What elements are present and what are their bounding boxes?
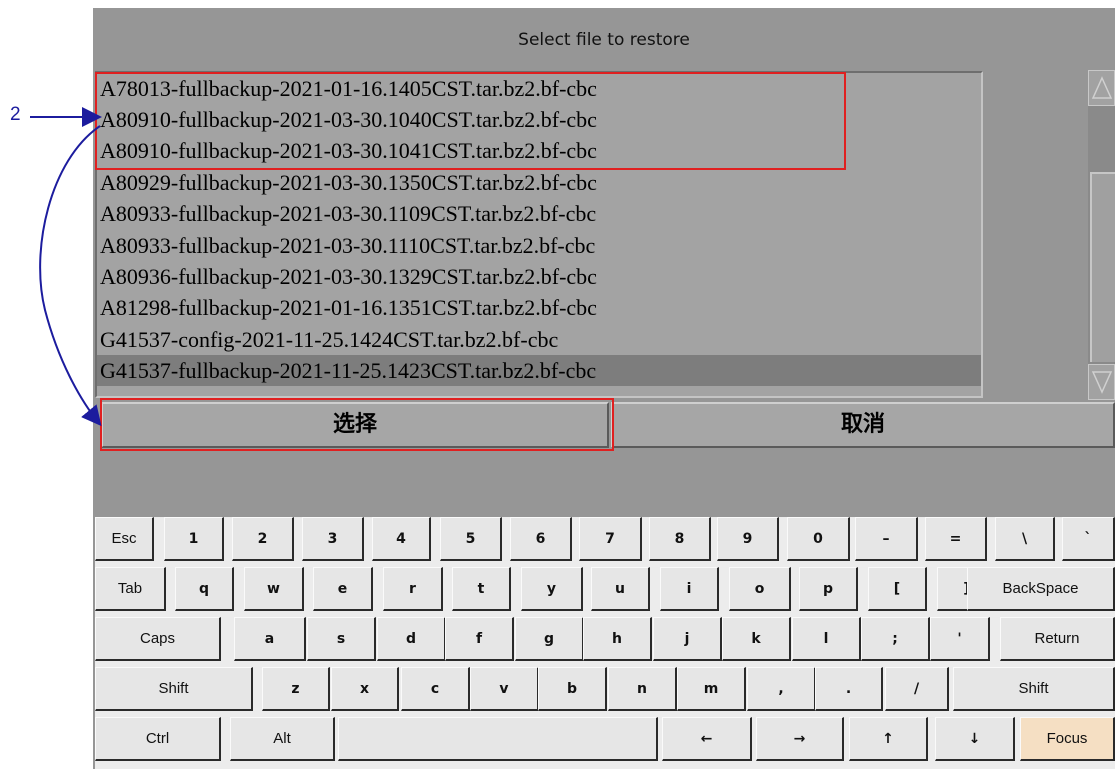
curved-arrow [39,125,102,427]
scrollbar-thumb[interactable] [1090,172,1115,362]
key-r2-c1[interactable]: a [234,617,306,661]
key-r0-c2[interactable]: 2 [232,517,294,561]
key-r0-c11[interactable]: – [855,517,918,561]
key-up-arrow[interactable]: ↑ [849,717,928,761]
key-r0-c3[interactable]: 3 [302,517,364,561]
key-space[interactable] [338,717,658,761]
key-r3-c5[interactable]: b [538,667,607,711]
key-r1-c2[interactable]: w [244,567,304,611]
key-r1-c1[interactable]: q [175,567,234,611]
key-r0-c12[interactable]: = [925,517,987,561]
file-row[interactable]: A81298-fullbackup-2021-01-16.1351CST.tar… [97,292,981,323]
key-ctrl[interactable]: Ctrl [95,717,221,761]
key-r1-c8[interactable]: i [660,567,719,611]
key-r3-c7[interactable]: m [677,667,746,711]
key-focus[interactable]: Focus [1020,717,1115,761]
file-row[interactable]: A80933-fullbackup-2021-03-30.1110CST.tar… [97,230,981,261]
key-r1-c6[interactable]: y [521,567,583,611]
key-alt[interactable]: Alt [230,717,335,761]
file-list-scrollbar[interactable] [1088,70,1115,400]
key-r1-c3[interactable]: e [313,567,373,611]
file-row[interactable]: A80929-fullbackup-2021-03-30.1350CST.tar… [97,167,981,198]
key-shift-right[interactable]: Shift [953,667,1115,711]
key-r0-c13[interactable]: \ [995,517,1055,561]
key-down-arrow[interactable]: ↓ [935,717,1015,761]
key-left-arrow[interactable]: ← [662,717,752,761]
key-right-arrow[interactable]: → [756,717,844,761]
key-r1-c5[interactable]: t [452,567,511,611]
file-row[interactable]: G41537-config-2021-11-25.1424CST.tar.bz2… [97,324,981,355]
key-caps-lock[interactable]: Caps [95,617,221,661]
key-r2-c9[interactable]: l [792,617,861,661]
key-return[interactable]: Return [1000,617,1115,661]
key-r2-c5[interactable]: g [515,617,584,661]
key-r1-c9[interactable]: o [729,567,791,611]
key-backspace[interactable]: BackSpace [967,567,1115,611]
key-r3-c2[interactable]: x [331,667,399,711]
key-tab[interactable]: Tab [95,567,166,611]
key-r2-c7[interactable]: j [653,617,722,661]
scroll-down-arrow-icon[interactable] [1088,364,1115,400]
key-r0-c14[interactable]: ` [1062,517,1115,561]
key-r0-c6[interactable]: 6 [510,517,572,561]
file-row[interactable]: A80933-fullbackup-2021-03-30.1109CST.tar… [97,198,981,229]
file-row[interactable]: A80936-fullbackup-2021-03-30.1329CST.tar… [97,261,981,292]
key-r0-c5[interactable]: 5 [440,517,502,561]
key-r3-c9[interactable]: . [815,667,883,711]
on-screen-keyboard: Esc1234567890–=\`Tabqwertyuiop[]BackSpac… [95,517,1115,769]
key-r2-c2[interactable]: s [307,617,376,661]
file-row[interactable]: G41537-fullbackup-2021-11-25.1423CST.tar… [97,355,981,386]
highlight-file-rows [95,72,846,170]
key-r0-c8[interactable]: 8 [649,517,711,561]
key-r3-c4[interactable]: v [470,667,539,711]
key-r3-c10[interactable]: / [885,667,949,711]
key-r2-c4[interactable]: f [445,617,514,661]
cancel-button[interactable]: 取消 [611,402,1115,448]
key-r2-c10[interactable]: ; [861,617,930,661]
key-r2-c3[interactable]: d [377,617,446,661]
key-r1-c10[interactable]: p [799,567,858,611]
annotation-arrows [30,107,102,427]
key-r3-c6[interactable]: n [608,667,677,711]
key-r3-c3[interactable]: c [401,667,470,711]
key-r0-c1[interactable]: 1 [164,517,224,561]
key-r1-c7[interactable]: u [591,567,650,611]
key-esc[interactable]: Esc [95,517,154,561]
key-r2-c11[interactable]: ' [930,617,990,661]
scroll-up-arrow-icon[interactable] [1088,70,1115,106]
key-r1-c11[interactable]: [ [868,567,927,611]
key-r0-c9[interactable]: 9 [717,517,779,561]
dialog-title: Select file to restore [518,30,690,50]
key-r2-c6[interactable]: h [583,617,652,661]
key-r0-c10[interactable]: 0 [787,517,850,561]
key-r1-c4[interactable]: r [383,567,443,611]
key-r3-c8[interactable]: , [747,667,816,711]
key-r3-c1[interactable]: z [262,667,330,711]
key-shift-left[interactable]: Shift [95,667,253,711]
key-r0-c4[interactable]: 4 [372,517,431,561]
key-r2-c8[interactable]: k [722,617,791,661]
key-r0-c7[interactable]: 7 [579,517,642,561]
